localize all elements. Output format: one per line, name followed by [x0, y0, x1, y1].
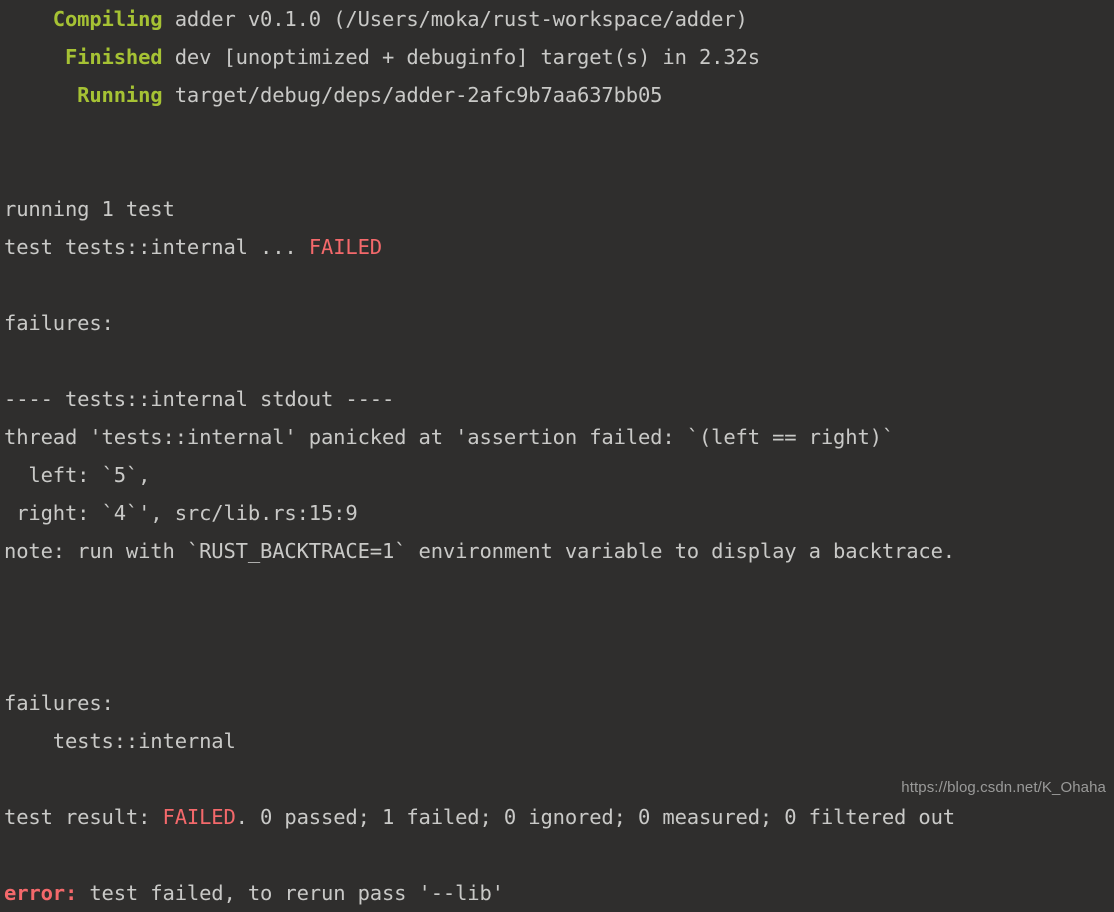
terminal-segment-finished-1: dev [unoptimized + debuginfo] target(s) … [162, 45, 760, 69]
terminal-line-error-line: error: test failed, to rerun pass '--lib… [0, 874, 1114, 912]
terminal-line-failures-heading-2: failures: [0, 684, 1114, 722]
terminal-line-panic-line: thread 'tests::internal' panicked at 'as… [0, 418, 1114, 456]
terminal-segment-right-value-0: right: `4`', src/lib.rs:15:9 [4, 501, 358, 525]
terminal-line-blank-7 [0, 646, 1114, 684]
terminal-segment-summary-line-1: FAILED [162, 805, 236, 829]
terminal-line-blank-6 [0, 608, 1114, 646]
terminal-segment-panic-line-0: thread 'tests::internal' panicked at 'as… [4, 425, 895, 449]
terminal-output[interactable]: Compiling adder v0.1.0 (/Users/moka/rust… [0, 0, 1114, 905]
terminal-segment-test-result-line-1: FAILED [308, 235, 382, 259]
terminal-line-compiling: Compiling adder v0.1.0 (/Users/moka/rust… [0, 0, 1114, 38]
terminal-segment-finished-0: Finished [4, 45, 163, 69]
terminal-segment-running-count-0: running 1 test [4, 197, 175, 221]
terminal-segment-summary-line-0: test result: [4, 805, 163, 829]
terminal-line-summary-line: test result: FAILED. 0 passed; 1 failed;… [0, 798, 1114, 836]
terminal-segment-error-line-1: test failed, to rerun pass '--lib' [77, 881, 504, 905]
terminal-segment-stdout-header-0: ---- tests::internal stdout ---- [4, 387, 395, 411]
terminal-segment-error-line-0: error: [4, 881, 78, 905]
terminal-segment-compiling-0: Compiling [4, 7, 163, 31]
terminal-line-test-result-line: test tests::internal ... FAILED [0, 228, 1114, 266]
terminal-segment-left-value-0: left: `5`, [4, 463, 151, 487]
terminal-line-left-value: left: `5`, [0, 456, 1114, 494]
terminal-line-failed-test-name: tests::internal [0, 722, 1114, 760]
terminal-line-finished: Finished dev [unoptimized + debuginfo] t… [0, 38, 1114, 76]
terminal-line-failures-heading-1: failures: [0, 304, 1114, 342]
terminal-line-stdout-header: ---- tests::internal stdout ---- [0, 380, 1114, 418]
terminal-segment-running-binary-1: target/debug/deps/adder-2afc9b7aa637bb05 [162, 83, 663, 107]
terminal-line-running-count: running 1 test [0, 190, 1114, 228]
terminal-segment-summary-line-2: . 0 passed; 1 failed; 0 ignored; 0 measu… [235, 805, 955, 829]
terminal-line-blank-3 [0, 266, 1114, 304]
terminal-segment-failed-test-name-0: tests::internal [4, 729, 236, 753]
terminal-line-blank-2 [0, 152, 1114, 190]
terminal-segment-compiling-1: adder v0.1.0 (/Users/moka/rust-workspace… [162, 7, 748, 31]
terminal-line-blank-9 [0, 836, 1114, 874]
terminal-line-blank-4 [0, 342, 1114, 380]
terminal-line-blank-1 [0, 114, 1114, 152]
terminal-line-right-value: right: `4`', src/lib.rs:15:9 [0, 494, 1114, 532]
terminal-segment-failures-heading-2-0: failures: [4, 691, 114, 715]
terminal-line-running-binary: Running target/debug/deps/adder-2afc9b7a… [0, 76, 1114, 114]
terminal-segment-failures-heading-1-0: failures: [4, 311, 114, 335]
terminal-segment-test-result-line-0: test tests::internal ... [4, 235, 309, 259]
terminal-segment-backtrace-note-0: note: run with `RUST_BACKTRACE=1` enviro… [4, 539, 955, 563]
terminal-line-backtrace-note: note: run with `RUST_BACKTRACE=1` enviro… [0, 532, 1114, 570]
watermark-url: https://blog.csdn.net/K_Ohaha [901, 779, 1106, 796]
terminal-segment-running-binary-0: Running [4, 83, 163, 107]
terminal-line-blank-5 [0, 570, 1114, 608]
